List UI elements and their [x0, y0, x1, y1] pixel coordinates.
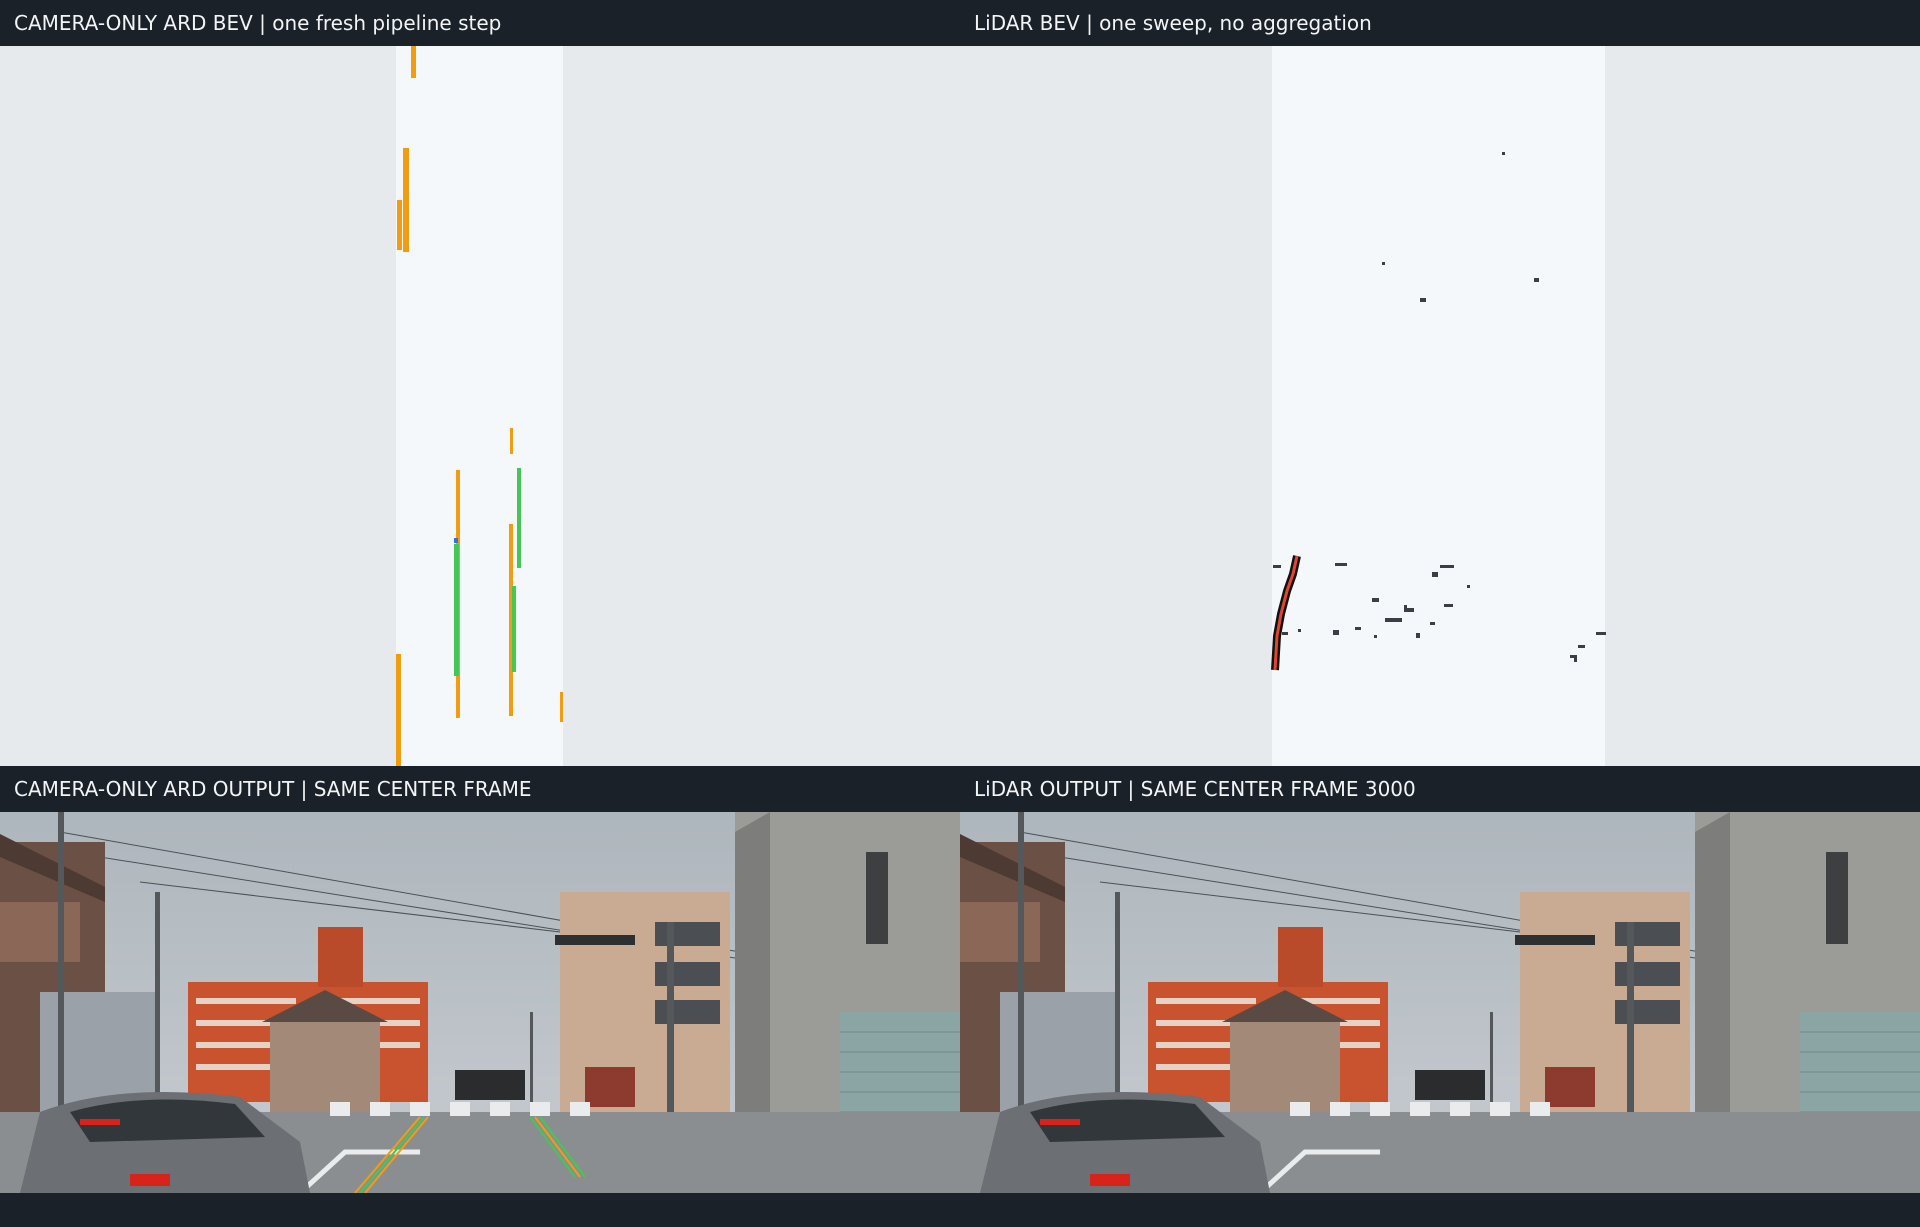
camera-bev-drivable-strip [396, 46, 563, 766]
lane-mark [510, 428, 513, 454]
lane-mark [396, 654, 401, 766]
lane-mark [560, 692, 563, 722]
lane-mark [397, 200, 402, 250]
blue-point [454, 538, 458, 543]
green-lane-mark [454, 544, 459, 676]
lidar-bev-canvas [960, 46, 1920, 766]
lidar-bev-points [1271, 152, 1606, 671]
lane-mark [403, 148, 409, 252]
camera-bev-title: CAMERA-ONLY ARD BEV | one fresh pipeline… [0, 0, 960, 46]
lidar-output-title: LiDAR OUTPUT | SAME CENTER FRAME 3000 [960, 766, 1920, 812]
lane-mark [411, 46, 416, 78]
camera-output-panel: CAMERA-ONLY ARD OUTPUT | SAME CENTER FRA… [0, 766, 960, 1227]
green-lane-mark [512, 586, 516, 672]
camera-output-title: CAMERA-ONLY ARD OUTPUT | SAME CENTER FRA… [0, 766, 960, 812]
lidar-output-image [960, 812, 1920, 1193]
lidar-bev-panel: LiDAR BEV | one sweep, no aggregation [960, 0, 1920, 766]
lidar-output-panel: LiDAR OUTPUT | SAME CENTER FRAME 3000 [960, 766, 1920, 1227]
lidar-bev-title: LiDAR BEV | one sweep, no aggregation [960, 0, 1920, 46]
camera-bev-panel: CAMERA-ONLY ARD BEV | one fresh pipeline… [0, 0, 960, 766]
green-lane-mark [517, 468, 521, 568]
camera-output-image [0, 812, 960, 1193]
camera-bev-canvas [0, 46, 960, 766]
